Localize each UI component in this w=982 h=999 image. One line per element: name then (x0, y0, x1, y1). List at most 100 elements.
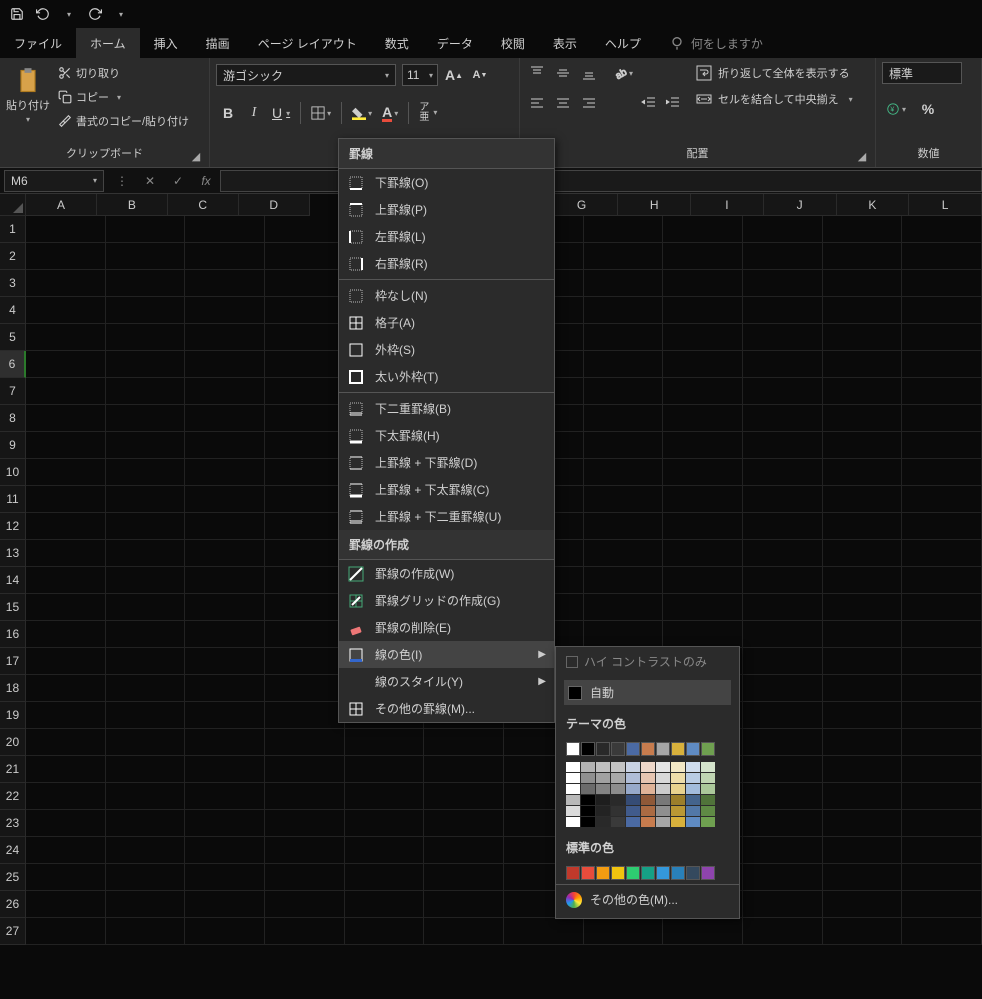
cell[interactable] (424, 756, 504, 783)
cell[interactable] (26, 621, 106, 648)
enter-button[interactable]: ✓ (164, 170, 192, 192)
cell[interactable] (823, 378, 903, 405)
cell[interactable] (902, 729, 982, 756)
column-header[interactable]: J (764, 194, 837, 216)
save-icon[interactable] (6, 3, 28, 25)
column-header[interactable]: G (546, 194, 619, 216)
tab-file[interactable]: ファイル (0, 28, 76, 58)
color-shade[interactable] (641, 762, 655, 772)
cell[interactable] (743, 756, 823, 783)
cell[interactable] (26, 459, 106, 486)
cell[interactable] (743, 459, 823, 486)
cell[interactable] (26, 567, 106, 594)
align-right-button[interactable] (578, 92, 600, 114)
column-header[interactable]: L (909, 194, 982, 216)
cell[interactable] (345, 837, 425, 864)
cell[interactable] (902, 513, 982, 540)
color-shade[interactable] (641, 773, 655, 783)
color-shade[interactable] (686, 762, 700, 772)
cell[interactable] (106, 621, 186, 648)
cell[interactable] (584, 594, 664, 621)
cell[interactable] (584, 918, 664, 945)
cell[interactable] (26, 864, 106, 891)
cell[interactable] (743, 486, 823, 513)
cell[interactable] (185, 324, 265, 351)
cell[interactable] (345, 729, 425, 756)
cell[interactable] (584, 405, 664, 432)
border-menu-all[interactable]: 格子(A) (339, 309, 554, 336)
color-shade[interactable] (611, 817, 625, 827)
phonetic-button[interactable]: ア亜▾ (415, 102, 441, 124)
border-menu-outside[interactable]: 外枠(S) (339, 336, 554, 363)
cell[interactable] (663, 324, 743, 351)
color-swatch[interactable] (566, 742, 580, 756)
border-menu-none[interactable]: 枠なし(N) (339, 282, 554, 309)
color-shade[interactable] (656, 817, 670, 827)
cell[interactable] (902, 432, 982, 459)
cell[interactable] (106, 297, 186, 324)
format-painter-button[interactable]: 書式のコピー/貼り付け (54, 110, 193, 132)
cell[interactable] (743, 378, 823, 405)
column-header[interactable]: A (26, 194, 97, 216)
color-swatch[interactable] (596, 866, 610, 880)
cell[interactable] (823, 702, 903, 729)
cell[interactable] (743, 702, 823, 729)
cell[interactable] (106, 324, 186, 351)
cell[interactable] (902, 459, 982, 486)
cell[interactable] (265, 837, 345, 864)
orientation-button[interactable]: ab▾ (612, 62, 634, 84)
cell[interactable] (902, 702, 982, 729)
row-header[interactable]: 2 (0, 243, 26, 270)
border-menu-draw[interactable]: 罫線の作成(W) (339, 560, 554, 587)
cell[interactable] (106, 486, 186, 513)
border-menu-more[interactable]: その他の罫線(M)... (339, 695, 554, 722)
cell[interactable] (265, 783, 345, 810)
cell[interactable] (265, 243, 345, 270)
cell[interactable] (743, 216, 823, 243)
copy-button[interactable]: コピー▾ (54, 86, 193, 108)
cell[interactable] (185, 702, 265, 729)
undo-icon[interactable] (32, 3, 54, 25)
cell[interactable] (106, 567, 186, 594)
cell[interactable] (185, 594, 265, 621)
row-header[interactable]: 25 (0, 864, 26, 891)
border-menu-left[interactable]: 左罫線(L) (339, 223, 554, 250)
row-header[interactable]: 19 (0, 702, 26, 729)
cell[interactable] (26, 243, 106, 270)
cell[interactable] (823, 540, 903, 567)
border-menu-top_thickbtm[interactable]: 上罫線 + 下太罫線(C) (339, 476, 554, 503)
color-shade[interactable] (581, 784, 595, 794)
cell[interactable] (26, 810, 106, 837)
cell[interactable] (424, 783, 504, 810)
cell[interactable] (902, 324, 982, 351)
cell[interactable] (902, 567, 982, 594)
color-swatch[interactable] (611, 866, 625, 880)
cell[interactable] (663, 486, 743, 513)
cell[interactable] (265, 810, 345, 837)
color-shade[interactable] (626, 773, 640, 783)
cell[interactable] (823, 459, 903, 486)
cell[interactable] (902, 783, 982, 810)
cell[interactable] (743, 297, 823, 324)
cell[interactable] (106, 675, 186, 702)
border-menu-linestyle[interactable]: 線のスタイル(Y)▶ (339, 668, 554, 695)
column-header[interactable]: B (97, 194, 168, 216)
cancel-button[interactable]: ✕ (136, 170, 164, 192)
color-shade[interactable] (701, 784, 715, 794)
cell[interactable] (823, 837, 903, 864)
cell[interactable] (504, 918, 584, 945)
cell[interactable] (902, 486, 982, 513)
formula-menu-button[interactable]: ⋮ (108, 170, 136, 192)
cell[interactable] (26, 297, 106, 324)
color-shade[interactable] (611, 773, 625, 783)
cell[interactable] (902, 756, 982, 783)
cell[interactable] (185, 432, 265, 459)
cell[interactable] (265, 675, 345, 702)
decrease-indent-button[interactable] (638, 92, 660, 114)
cell[interactable] (743, 864, 823, 891)
percent-button[interactable]: % (916, 98, 940, 120)
column-header[interactable]: H (618, 194, 691, 216)
color-shade[interactable] (596, 773, 610, 783)
cell[interactable] (823, 594, 903, 621)
cell[interactable] (663, 405, 743, 432)
